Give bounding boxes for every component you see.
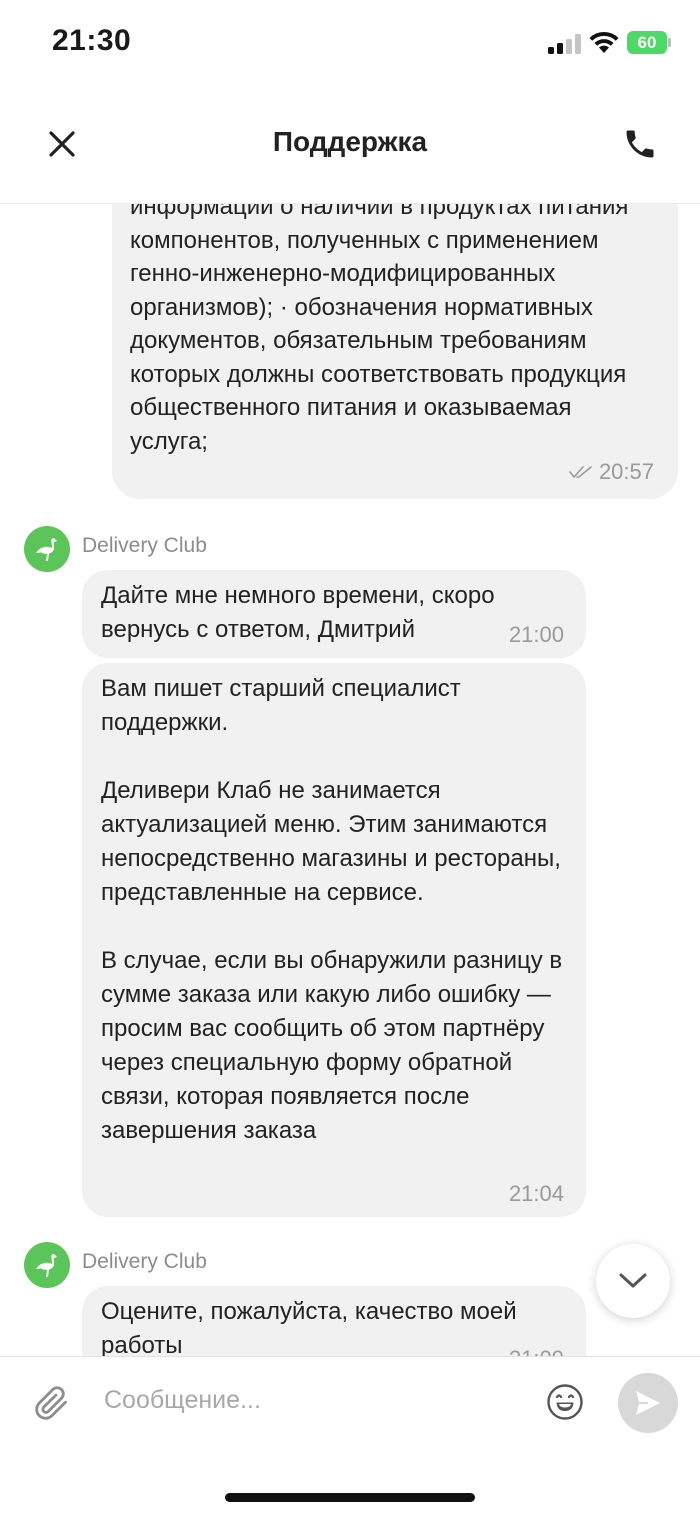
ostrich-logo-icon — [36, 1254, 57, 1277]
avatar — [24, 1242, 70, 1288]
incoming-message: Оцените, пожалуйста, качество моей работ… — [82, 1286, 586, 1356]
wifi-icon — [589, 31, 619, 53]
ostrich-logo-icon — [36, 538, 57, 561]
avatar — [24, 526, 70, 572]
phone-icon — [626, 130, 654, 158]
incoming-message: Дайте мне немного времени, скоро вернусь… — [82, 570, 586, 658]
send-button[interactable] — [618, 1373, 678, 1433]
message-meta: 20:57 — [569, 459, 654, 485]
message-composer — [0, 1356, 700, 1516]
message-text: Дайте мне немного времени, скоро вернусь… — [101, 582, 495, 643]
message-time: 21:04 — [508, 1181, 564, 1206]
chevron-down-icon — [619, 1273, 647, 1288]
status-bar: 21:30 60 — [0, 0, 700, 90]
signal-icon — [548, 34, 582, 54]
chat-thread[interactable]: информации о наличии в продуктах питания… — [0, 204, 700, 1356]
outgoing-message: информации о наличии в продуктах питания… — [112, 204, 678, 499]
emoji-icon — [547, 1384, 583, 1420]
sender-name: Delivery Club — [82, 534, 207, 557]
scroll-to-bottom-button[interactable] — [596, 1244, 670, 1318]
incoming-message: Вам пишет старший специалист поддержки. … — [82, 663, 586, 1217]
message-time: 20:57 — [598, 459, 654, 484]
message-input[interactable] — [104, 1377, 524, 1423]
call-button[interactable] — [618, 122, 662, 166]
message-time: 21:00 — [508, 622, 564, 647]
sender-name: Delivery Club — [82, 1250, 207, 1273]
send-icon — [636, 1391, 660, 1415]
emoji-button[interactable] — [545, 1382, 585, 1422]
chat-header: Поддержка — [0, 90, 700, 204]
double-check-icon — [569, 466, 592, 479]
status-time: 21:30 — [52, 24, 132, 57]
attach-button[interactable] — [32, 1381, 72, 1425]
message-text: информации о наличии в продуктах питания… — [130, 204, 629, 455]
paperclip-icon — [35, 1386, 67, 1420]
message-time: 21:09 — [509, 1346, 564, 1356]
message-text: Оцените, пожалуйста, качество моей работ… — [101, 1298, 517, 1356]
message-text: Вам пишет старший специалист поддержки. … — [101, 675, 563, 1144]
battery-icon: 60 — [627, 31, 671, 54]
home-indicator — [225, 1493, 475, 1502]
battery-level: 60 — [627, 31, 667, 54]
page-title: Поддержка — [272, 126, 428, 157]
